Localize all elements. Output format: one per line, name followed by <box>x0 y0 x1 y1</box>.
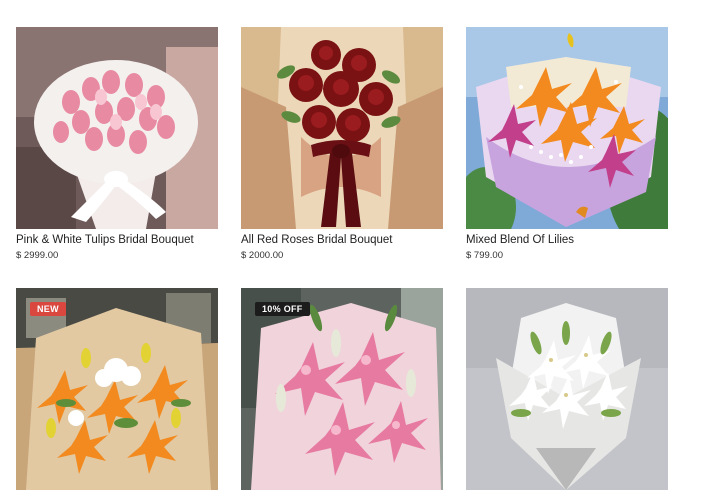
product-grid: Pink & White Tulips Bridal Bouquet $ 299… <box>0 0 720 490</box>
product-image[interactable]: NEW <box>16 288 218 490</box>
product-image[interactable] <box>466 288 668 490</box>
product-title[interactable]: All Red Roses Bridal Bouquet <box>241 234 443 247</box>
product-card[interactable] <box>466 288 668 490</box>
product-image[interactable]: 10% OFF <box>241 288 443 490</box>
red-rose-bouquet-image <box>241 27 443 229</box>
orange-mixed-bouquet-image <box>16 288 218 490</box>
discount-badge: 10% OFF <box>255 302 310 316</box>
pink-lily-bouquet-image <box>241 288 443 490</box>
tulip-bouquet-image <box>16 27 218 229</box>
product-image[interactable] <box>241 27 443 229</box>
new-badge: NEW <box>30 302 66 316</box>
product-title[interactable]: Pink & White Tulips Bridal Bouquet <box>16 234 218 247</box>
product-card[interactable]: NEW <box>16 288 218 490</box>
product-image[interactable] <box>16 27 218 229</box>
product-image[interactable] <box>466 27 668 229</box>
mixed-lily-bouquet-image <box>466 27 668 229</box>
product-price: $ 2000.00 <box>241 250 284 261</box>
white-lily-bouquet-image <box>466 288 668 490</box>
product-price: $ 2999.00 <box>16 250 59 261</box>
product-card[interactable]: Mixed Blend Of Lilies $ 799.00 <box>466 27 668 261</box>
product-card[interactable]: All Red Roses Bridal Bouquet $ 2000.00 <box>241 27 443 261</box>
product-card[interactable]: 10% OFF <box>241 288 443 490</box>
product-card[interactable]: Pink & White Tulips Bridal Bouquet $ 299… <box>16 27 218 261</box>
product-price: $ 799.00 <box>466 250 503 261</box>
product-title[interactable]: Mixed Blend Of Lilies <box>466 234 668 247</box>
